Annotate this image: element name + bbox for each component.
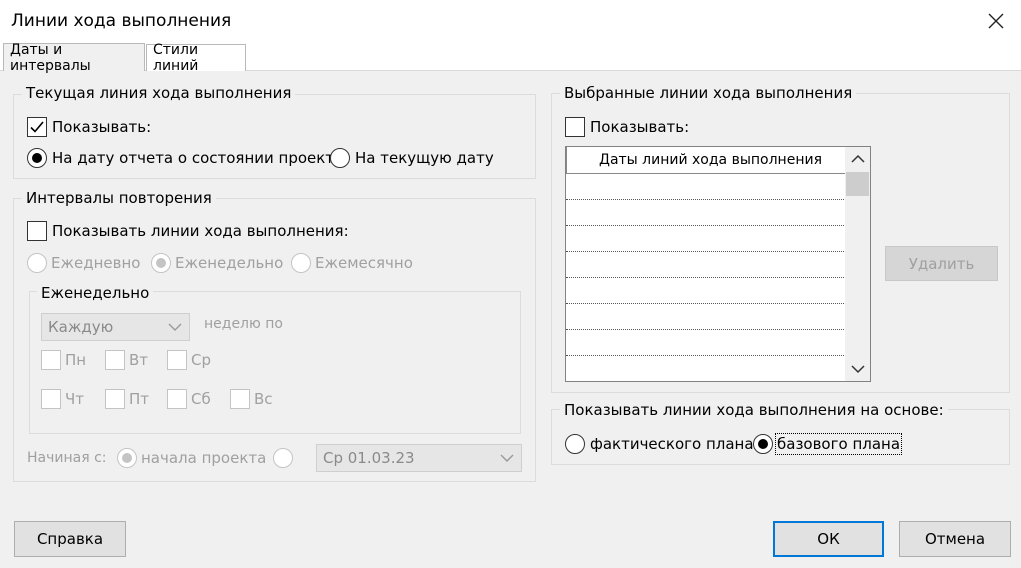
radio-current-date[interactable] [330,148,350,168]
day-tue-checkbox[interactable] [105,350,125,370]
radio-monthly-label: Ежемесячно [315,254,413,272]
radio-baseline-plan-label: базового плана [774,433,903,455]
tab-dates-intervals[interactable]: Даты и интервалы [3,42,145,74]
radio-start-project-label: начала проекта [141,449,267,467]
dropdown-arrow [493,445,521,471]
help-button[interactable]: Справка [14,521,126,557]
start-date-dropdown[interactable]: Ср 01.03.23 [316,444,522,472]
radio-actual-plan[interactable] [565,434,585,454]
cancel-button[interactable]: Отмена [899,521,1011,557]
radio-daily[interactable] [27,253,47,273]
chevron-up-icon [850,154,865,163]
list-item[interactable] [566,356,846,381]
close-button[interactable] [978,4,1014,38]
radio-selected-dot [758,439,768,449]
radio-weekly-label: Еженедельно [175,254,284,272]
progress-dates-list[interactable]: Даты линий хода выполнения [565,146,871,382]
day-mon-label: Пн [65,351,87,369]
day-wed-label: Ср [191,351,211,369]
every-week-dropdown[interactable]: Каждую [41,313,190,341]
radio-daily-label: Ежедневно [51,254,141,272]
list-column-header: Даты линий хода выполнения [566,147,846,174]
radio-status-date[interactable] [27,148,47,168]
selected-lines-show-label: Показывать: [590,118,690,136]
dialog-title: Линии хода выполнения [11,11,232,31]
checkmark-icon [30,121,44,133]
intervals-group-title: Интервалы повторения [22,189,216,207]
every-week-value: Каждую [48,318,114,336]
basis-group-title: Показывать линии хода выполнения на осно… [560,401,948,419]
day-sun-label: Вс [254,390,273,408]
close-icon [988,13,1004,29]
day-sat-label: Сб [191,390,211,408]
intervals-show-checkbox[interactable] [27,221,47,241]
intervals-show-label: Показывать линии хода выполнения: [52,222,349,240]
radio-selected-dot [156,258,166,268]
chevron-down-icon [500,454,514,462]
chevron-down-icon [168,323,182,331]
day-tue-label: Вт [129,351,149,369]
radio-current-date-label: На текущую дату [355,149,494,167]
list-column-header-label: Даты линий хода выполнения [599,152,822,168]
day-thu-checkbox[interactable] [41,389,61,409]
day-wed-checkbox[interactable] [167,350,187,370]
radio-monthly[interactable] [291,253,311,273]
selected-lines-group-title: Выбранные линии хода выполнения [560,84,857,102]
week-on-label: неделю по [204,316,283,332]
dropdown-arrow [161,314,189,340]
selected-lines-show-checkbox[interactable] [565,117,585,137]
day-thu-label: Чт [65,390,85,408]
scroll-thumb[interactable] [846,172,869,196]
list-item[interactable] [566,278,846,304]
tab-line-styles[interactable]: Стили линий [146,42,246,74]
current-line-show-checkbox[interactable] [27,117,47,137]
start-date-value: Ср 01.03.23 [323,449,415,467]
start-from-label: Начиная с: [27,450,107,466]
current-line-group-title: Текущая линия хода выполнения [22,84,296,102]
radio-weekly[interactable] [151,253,171,273]
radio-start-project[interactable] [117,448,137,468]
list-item[interactable] [566,174,846,200]
radio-actual-plan-label: фактического плана [590,435,754,453]
scroll-up-button[interactable] [845,147,870,171]
list-item[interactable] [566,200,846,226]
scroll-down-button[interactable] [845,357,870,381]
radio-baseline-plan[interactable] [753,434,773,454]
day-sat-checkbox[interactable] [167,389,187,409]
list-item[interactable] [566,330,846,356]
radio-selected-dot [32,153,42,163]
radio-selected-dot [122,453,132,463]
delete-button[interactable]: Удалить [885,246,998,281]
list-rows [566,174,846,381]
list-scrollbar[interactable] [845,147,870,381]
day-mon-checkbox[interactable] [41,350,61,370]
day-fri-checkbox[interactable] [105,389,125,409]
current-line-show-label: Показывать: [52,118,152,136]
list-item[interactable] [566,252,846,278]
chevron-down-icon [850,365,865,374]
day-sun-checkbox[interactable] [230,389,250,409]
list-item[interactable] [566,226,846,252]
radio-status-date-label: На дату отчета о состоянии проекта [52,149,344,167]
day-fri-label: Пт [129,390,150,408]
weekly-group-title: Еженедельно [37,284,154,302]
ok-button[interactable]: ОК [773,521,884,557]
list-item[interactable] [566,304,846,330]
radio-start-date[interactable] [273,448,293,468]
